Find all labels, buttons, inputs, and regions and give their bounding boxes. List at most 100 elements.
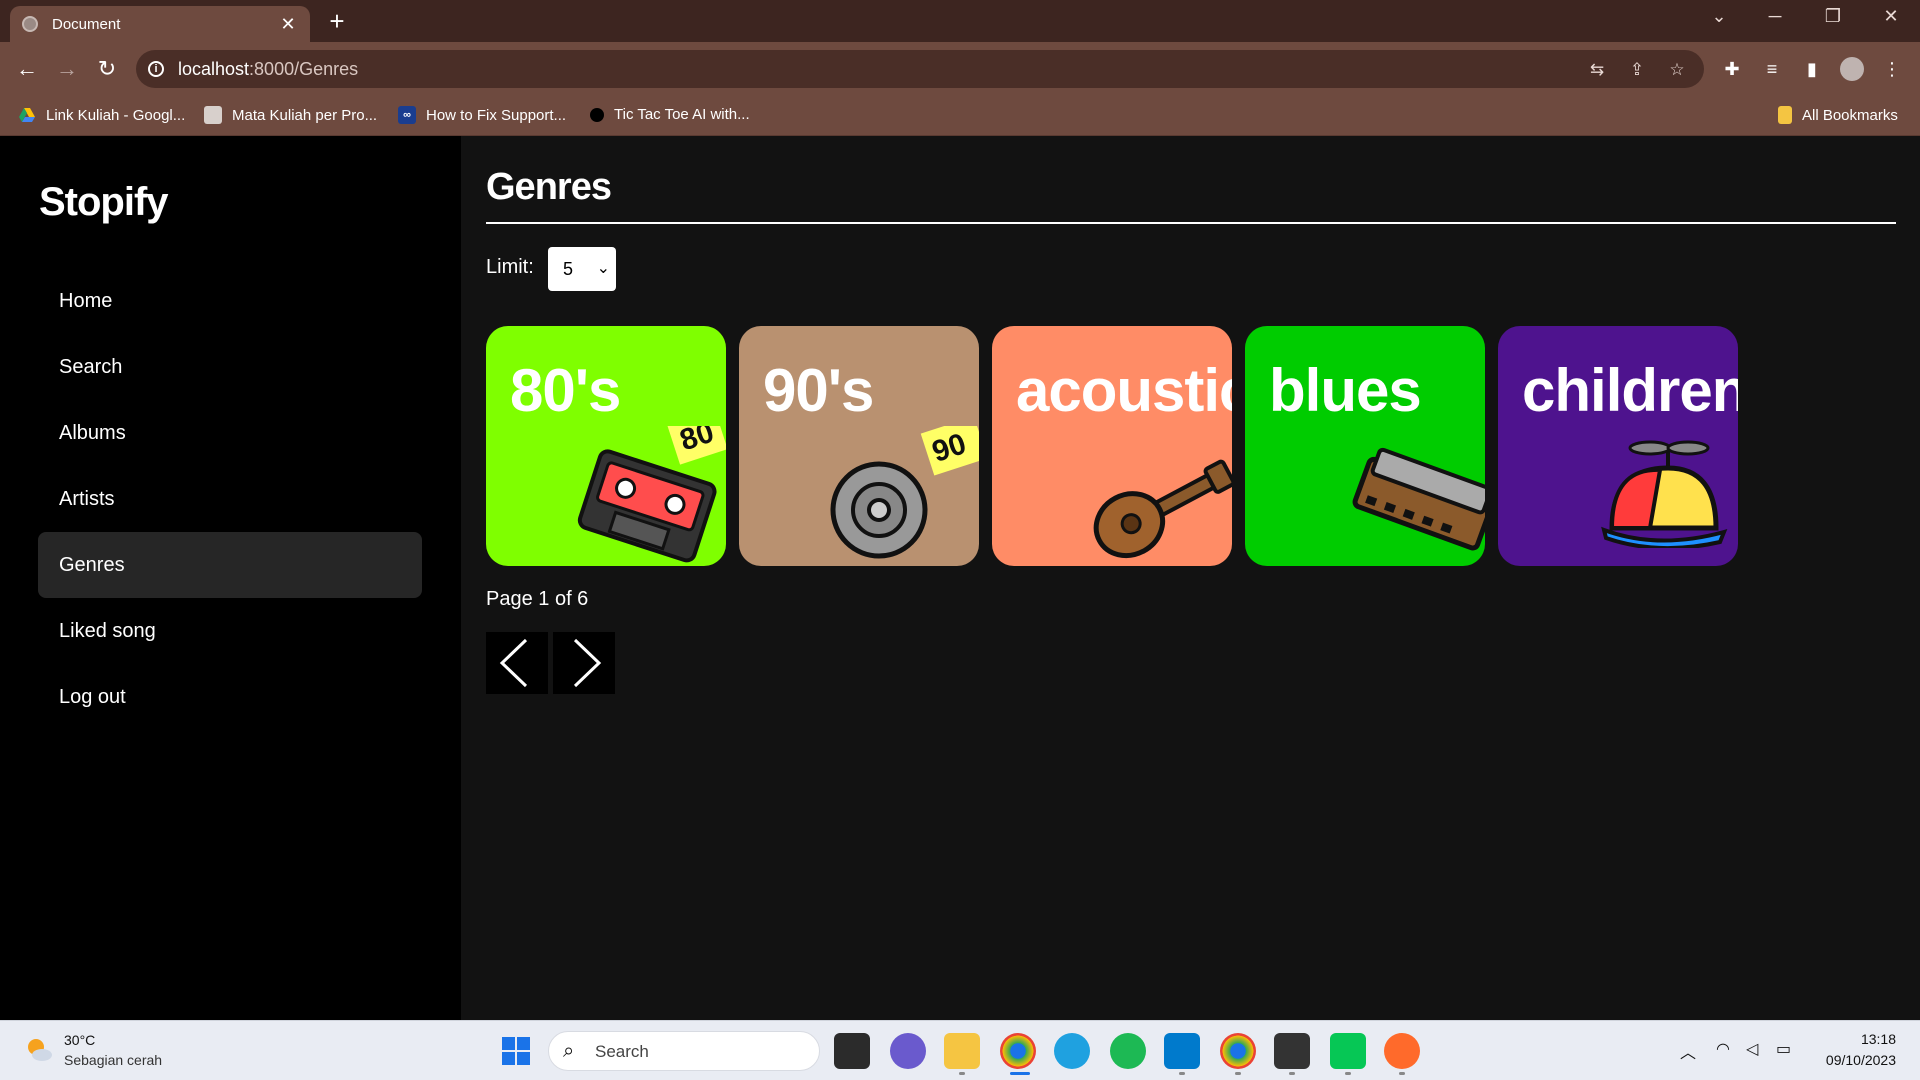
- terminal-icon[interactable]: [1274, 1033, 1310, 1069]
- guitar-icon: [1093, 459, 1232, 559]
- clock-date[interactable]: 09/10/2023: [1826, 1052, 1896, 1068]
- partly-sunny-icon[interactable]: [24, 1035, 54, 1065]
- bookmark-item[interactable]: Tic Tac Toe AI with...: [588, 106, 750, 123]
- media-queue-icon[interactable]: ≡: [1760, 57, 1784, 81]
- bookmark-item[interactable]: ∞ How to Fix Support...: [398, 106, 566, 124]
- task-view-icon[interactable]: [834, 1033, 870, 1069]
- active-indicator: [1010, 1072, 1030, 1075]
- battery-icon[interactable]: ▭: [1776, 1039, 1791, 1059]
- tab-favicon-icon: [22, 16, 38, 32]
- side-panel-icon[interactable]: ▮: [1800, 57, 1824, 81]
- search-icon: ⌕: [563, 1040, 575, 1062]
- translate-icon[interactable]: ⇆: [1586, 59, 1608, 81]
- new-tab-button[interactable]: +: [324, 8, 350, 34]
- cassette-icon: 80: [577, 426, 726, 563]
- previous-page-button[interactable]: [486, 632, 548, 694]
- windows-taskbar: 30°C Sebagian cerah ⌕ Search ︿ ◠ ◁ ▭ 13:…: [0, 1020, 1920, 1080]
- back-arrow-icon[interactable]: ←: [12, 54, 42, 84]
- forward-arrow-icon[interactable]: →: [52, 54, 82, 84]
- postman-icon[interactable]: [1384, 1033, 1420, 1069]
- genre-name: 90's: [763, 357, 874, 424]
- bookmark-item[interactable]: Link Kuliah - Googl...: [18, 106, 185, 124]
- site-icon: [204, 106, 222, 124]
- nav-item-artists[interactable]: Artists: [38, 466, 422, 532]
- browser-tab-strip: Document ✕ + ⌄ ─ ❐ ✕: [0, 0, 1920, 42]
- reload-icon[interactable]: ↻: [92, 54, 122, 84]
- main-content: Genres Limit: 5 ⌄ 80's 80 90's 90 acoust…: [461, 136, 1920, 1020]
- genre-card[interactable]: blues: [1245, 326, 1485, 566]
- chevron-down-icon: ⌄: [596, 260, 610, 277]
- browser-toolbar: ← → ↻ i localhost:8000/Genres ⇆ ⇪ ☆ ✚ ≡ …: [0, 42, 1920, 96]
- genre-name: 80's: [510, 357, 621, 424]
- running-indicator: [1399, 1072, 1405, 1075]
- harmonica-icon: [1352, 447, 1485, 551]
- chevron-left-icon: [499, 638, 528, 688]
- genre-card[interactable]: acoustic: [992, 326, 1232, 566]
- tab-close-icon[interactable]: ✕: [278, 14, 298, 35]
- folder-icon: [1778, 106, 1792, 124]
- weather-temperature: 30°C: [64, 1032, 96, 1048]
- genre-card[interactable]: 80's 80: [486, 326, 726, 566]
- google-drive-icon: [19, 108, 35, 122]
- nav-item-home[interactable]: Home: [38, 268, 422, 334]
- site-icon: [590, 107, 604, 122]
- extensions-puzzle-icon[interactable]: ✚: [1720, 57, 1744, 81]
- nav-item-log-out[interactable]: Log out: [38, 664, 422, 730]
- genre-card[interactable]: children: [1498, 326, 1738, 566]
- genre-name: children: [1522, 357, 1738, 424]
- site-info-icon[interactable]: i: [148, 61, 164, 77]
- pagination-info: Page 1 of 6: [486, 588, 589, 610]
- limit-label: Limit:: [486, 256, 534, 278]
- spotify-icon[interactable]: [1110, 1033, 1146, 1069]
- link-icon: ∞: [398, 106, 416, 124]
- close-window-button[interactable]: ✕: [1876, 6, 1906, 34]
- tab-title: Document: [52, 15, 121, 33]
- wifi-icon[interactable]: ◠: [1716, 1039, 1730, 1059]
- genre-name: blues: [1269, 357, 1422, 424]
- bookmark-item[interactable]: Mata Kuliah per Pro...: [204, 106, 377, 124]
- bookmark-star-icon[interactable]: ☆: [1666, 59, 1688, 81]
- taskbar-search[interactable]: ⌕ Search: [548, 1031, 820, 1071]
- chevron-right-icon: [573, 638, 602, 688]
- vscode-icon[interactable]: [1164, 1033, 1200, 1069]
- volume-icon[interactable]: ◁: [1746, 1039, 1758, 1059]
- all-bookmarks[interactable]: All Bookmarks: [1778, 106, 1898, 124]
- chrome-icon[interactable]: [1000, 1033, 1036, 1069]
- page-title: Genres: [486, 166, 612, 208]
- share-icon[interactable]: ⇪: [1626, 59, 1648, 81]
- nav-item-search[interactable]: Search: [38, 334, 422, 400]
- minimize-button[interactable]: ─: [1760, 6, 1790, 34]
- more-menu-icon[interactable]: ⋮: [1880, 57, 1904, 81]
- address-bar[interactable]: i localhost:8000/Genres ⇆ ⇪ ☆: [136, 50, 1704, 88]
- propeller-cap-icon: [1601, 440, 1728, 548]
- genre-name: acoustic: [1016, 357, 1232, 424]
- tab-search-chevron-icon[interactable]: ⌄: [1704, 6, 1734, 34]
- bookmarks-bar: Link Kuliah - Googl... Mata Kuliah per P…: [0, 96, 1920, 136]
- nav-item-genres[interactable]: Genres: [38, 532, 422, 598]
- windows-start-icon[interactable]: [498, 1033, 534, 1069]
- weather-description: Sebagian cerah: [64, 1052, 163, 1068]
- edge-icon[interactable]: [1054, 1033, 1090, 1069]
- line-icon[interactable]: [1330, 1033, 1366, 1069]
- url-text: localhost:8000/Genres: [178, 59, 359, 79]
- cd-icon: 90: [830, 426, 979, 559]
- running-indicator: [1235, 1072, 1241, 1075]
- running-indicator: [1289, 1072, 1295, 1075]
- nav-item-albums[interactable]: Albums: [38, 400, 422, 466]
- profile-avatar[interactable]: [1840, 57, 1864, 81]
- app-logo[interactable]: Stopify: [39, 180, 169, 225]
- limit-select[interactable]: 5 ⌄: [548, 247, 616, 291]
- nav-item-liked-song[interactable]: Liked song: [38, 598, 422, 664]
- browser-tab[interactable]: Document ✕: [10, 6, 310, 42]
- clock-time[interactable]: 13:18: [1861, 1031, 1896, 1047]
- genre-card[interactable]: 90's 90: [739, 326, 979, 566]
- sidebar: Stopify Home Search Albums Artists Genre…: [0, 136, 461, 1020]
- file-explorer-icon[interactable]: [944, 1033, 980, 1069]
- teams-icon[interactable]: [890, 1033, 926, 1069]
- next-page-button[interactable]: [553, 632, 615, 694]
- restore-button[interactable]: ❐: [1818, 6, 1848, 34]
- running-indicator: [1179, 1072, 1185, 1075]
- chrome-profile-icon[interactable]: [1220, 1033, 1256, 1069]
- chevron-up-icon[interactable]: ︿: [1680, 1039, 1696, 1063]
- title-divider: [486, 222, 1896, 224]
